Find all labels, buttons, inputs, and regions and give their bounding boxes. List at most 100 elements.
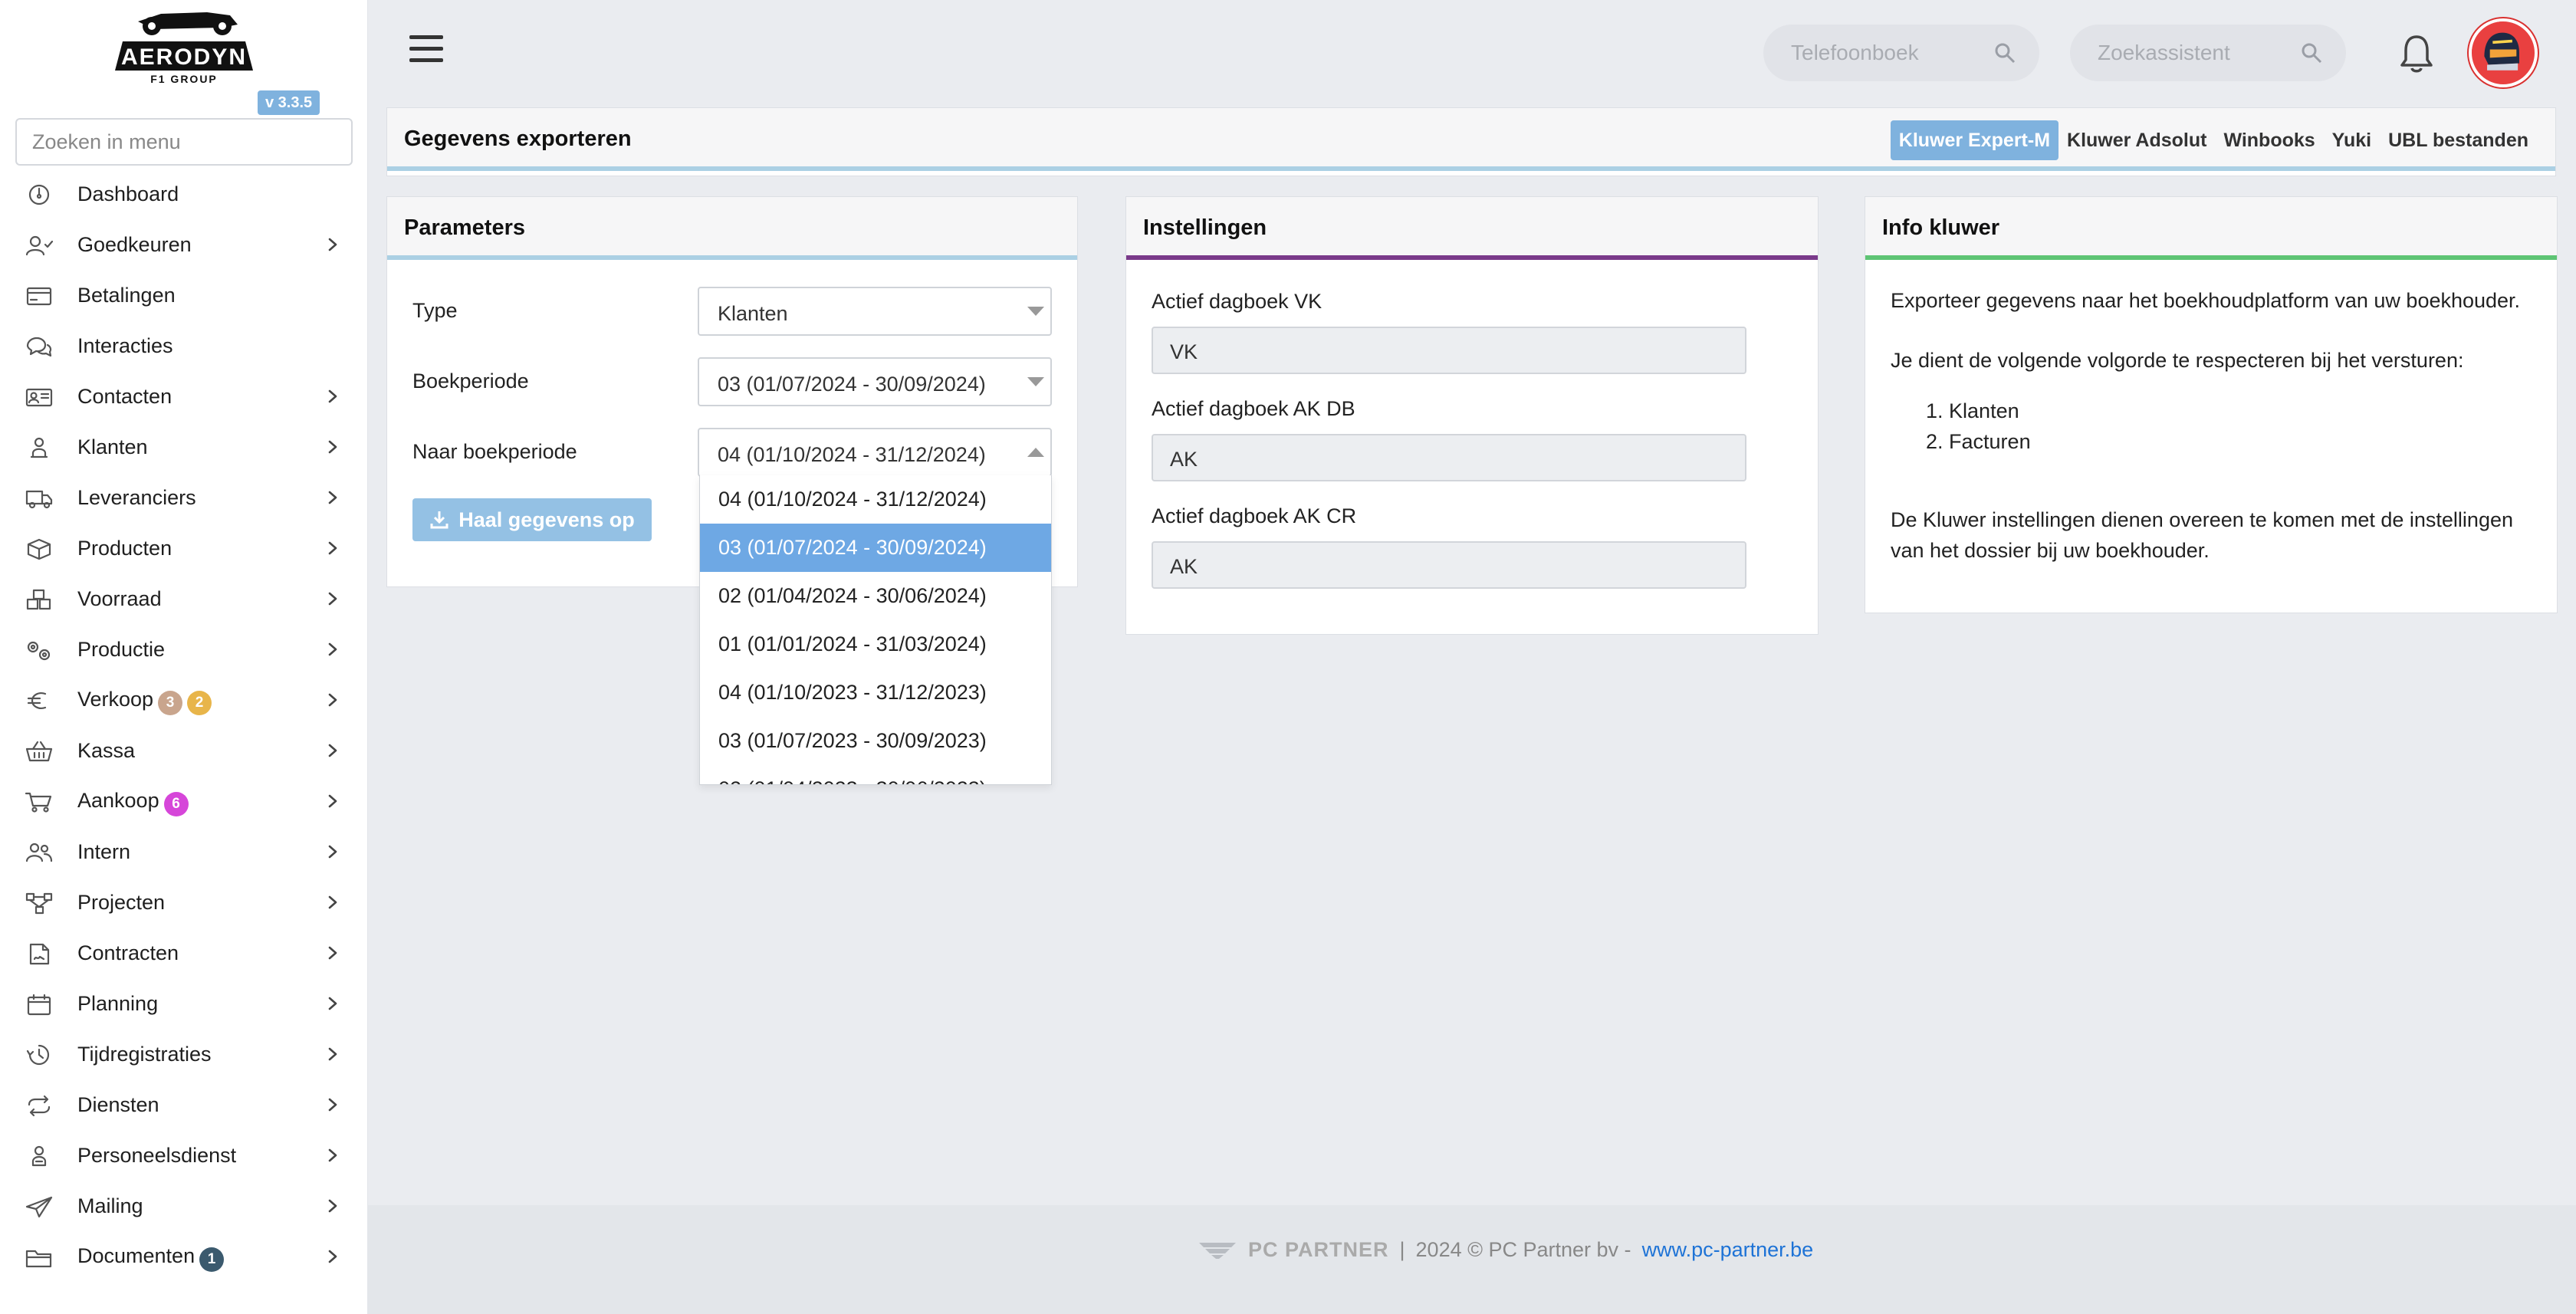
sidebar-item-mailing[interactable]: Mailing <box>0 1181 368 1231</box>
sidebar-item-interacties[interactable]: Interacties <box>0 320 368 371</box>
sidebar-item-productie[interactable]: Productie <box>0 624 368 675</box>
sidebar-item-label: Producten <box>77 536 172 560</box>
sidebar-item-label: Contracten <box>77 941 179 964</box>
akcr-field: AK <box>1152 541 1746 589</box>
sidebar-item-personeelsdienst[interactable]: Personeelsdienst <box>0 1130 368 1181</box>
page-header-card: Gegevens exporteren Kluwer Expert-M Kluwe… <box>386 107 2556 176</box>
parameters-title: Parameters <box>404 215 525 240</box>
footer-logo-text: PC PARTNER <box>1248 1237 1389 1261</box>
chevron-right-icon <box>325 944 340 961</box>
sidebar-item-dashboard[interactable]: Dashboard <box>0 169 368 219</box>
tab-kluwer-adsolut[interactable]: Kluwer Adsolut <box>2058 120 2215 160</box>
dropdown-option[interactable]: 04 (01/10/2023 - 31/12/2023) <box>700 668 1051 717</box>
sidebar-item-aankoop[interactable]: Aankoop 6 <box>0 776 368 826</box>
sidebar-item-documenten[interactable]: Documenten 1 <box>0 1231 368 1282</box>
dropdown-option[interactable]: 02 (01/04/2024 - 30/06/2024) <box>700 572 1051 620</box>
period-select[interactable]: 03 (01/07/2024 - 30/09/2024) <box>698 357 1052 406</box>
assistant-input[interactable] <box>2098 38 2266 67</box>
vk-field: VK <box>1152 327 1746 374</box>
sidebar-item-label-group: Documenten 1 <box>77 1244 225 1272</box>
info-intro: Exporteer gegevens naar het boekhoudplat… <box>1891 289 2521 312</box>
sidebar-item-goedkeuren[interactable]: Goedkeuren <box>0 219 368 270</box>
phonebook-search[interactable] <box>1763 25 2039 81</box>
fetch-data-button[interactable]: Haal gegevens op <box>412 498 652 541</box>
sidebar-item-label: Betalingen <box>77 283 176 307</box>
sidebar-item-voorraad[interactable]: Voorraad <box>0 573 368 624</box>
sidebar-item-contacten[interactable]: Contacten <box>0 371 368 422</box>
boxes-icon <box>25 588 54 611</box>
sidebar-item-kassa[interactable]: Kassa <box>0 725 368 776</box>
sidebar-item-producten[interactable]: Producten <box>0 523 368 573</box>
sidebar-item-verkoop[interactable]: Verkoop 3 2 <box>0 675 368 725</box>
type-select[interactable]: Klanten <box>698 287 1052 336</box>
to-period-label: Naar boekperiode <box>412 440 577 463</box>
to-period-select[interactable]: 04 (01/10/2024 - 31/12/2024) <box>698 428 1052 477</box>
sidebar-item-label: Documenten <box>77 1244 196 1267</box>
sidebar-item-label: Voorraad <box>77 586 162 610</box>
chevron-right-icon <box>325 439 340 455</box>
box-icon <box>25 537 54 560</box>
euro-icon <box>25 689 54 712</box>
sidebar-item-klanten[interactable]: Klanten <box>0 422 368 472</box>
count-badge: 1 <box>199 1247 225 1272</box>
repeat-icon <box>25 1094 54 1117</box>
footer-separator: | <box>1399 1237 1405 1261</box>
user-avatar[interactable] <box>2469 18 2538 87</box>
sidebar-item-label: Contacten <box>77 384 172 408</box>
hamburger-menu-button[interactable] <box>409 35 443 67</box>
sidebar-item-label: Verkoop <box>77 688 154 711</box>
dropdown-option[interactable]: 01 (01/01/2024 - 31/03/2024) <box>700 620 1051 668</box>
assistant-search[interactable] <box>2070 25 2346 81</box>
sidebar-item-contracten[interactable]: Contracten <box>0 928 368 978</box>
contract-icon <box>25 942 54 965</box>
chevron-right-icon <box>325 843 340 860</box>
sidebar-item-label: Tijdregistraties <box>77 1042 212 1066</box>
akdb-label: Actief dagboek AK DB <box>1152 397 1355 420</box>
phonebook-input[interactable] <box>1791 38 1960 67</box>
info-order-text: Je dient de volgende volgorde te respect… <box>1891 349 2464 372</box>
bell-icon[interactable] <box>2400 34 2433 74</box>
dropdown-option[interactable]: 04 (01/10/2024 - 31/12/2024) <box>700 475 1051 524</box>
vk-label: Actief dagboek VK <box>1152 290 1322 313</box>
sidebar-item-planning[interactable]: Planning <box>0 978 368 1029</box>
sidebar-item-diensten[interactable]: Diensten <box>0 1079 368 1130</box>
dropdown-option[interactable]: 02 (01/04/2023 - 30/06/2023) <box>700 765 1051 784</box>
tab-kluwer-expert-m[interactable]: Kluwer Expert-M <box>1890 120 2059 160</box>
gauge-icon <box>25 183 54 206</box>
chat-icon <box>25 335 54 358</box>
tab-winbooks[interactable]: Winbooks <box>2215 120 2323 160</box>
sidebar-item-label: Personeelsdienst <box>77 1143 237 1167</box>
download-icon <box>430 511 449 529</box>
sidebar-item-betalingen[interactable]: Betalingen <box>0 270 368 320</box>
dropdown-option[interactable]: 03 (01/07/2023 - 30/09/2023) <box>700 717 1051 765</box>
paper-plane-icon <box>25 1195 54 1218</box>
chevron-right-icon <box>325 1147 340 1164</box>
info-title: Info kluwer <box>1882 215 2000 240</box>
search-icon[interactable] <box>2300 41 2323 64</box>
chevron-right-icon <box>325 1046 340 1063</box>
menu-search-input[interactable] <box>15 118 353 166</box>
export-tabs: Kluwer Expert-M Kluwer Adsolut Winbooks Yuk… <box>1890 120 2537 160</box>
sidebar-item-label: Diensten <box>77 1092 159 1116</box>
sidebar-item-intern[interactable]: Intern <box>0 826 368 877</box>
aerodyn-logo[interactable]: AERODYN F1 GROUP <box>107 5 261 86</box>
page-title: Gegevens exporteren <box>404 126 632 151</box>
settings-title: Instellingen <box>1143 215 1267 240</box>
dropdown-option[interactable]: 03 (01/07/2024 - 30/09/2024) <box>700 524 1051 572</box>
chevron-right-icon <box>325 489 340 506</box>
search-icon[interactable] <box>1993 41 2016 64</box>
info-step: 1. Klanten <box>1926 399 2019 422</box>
sidebar-item-tijdregistraties[interactable]: Tijdregistraties <box>0 1029 368 1079</box>
info-steps: 1. Klanten 2. Facturen <box>1926 396 2386 457</box>
footer-website-link[interactable]: www.pc-partner.be <box>1642 1238 1814 1262</box>
gears-icon <box>25 639 54 662</box>
sidebar-item-label: Goedkeuren <box>77 232 192 256</box>
tab-ubl-bestanden[interactable]: UBL bestanden <box>2380 120 2537 160</box>
footer-copyright: 2024 © PC Partner bv - <box>1415 1237 1631 1261</box>
chevron-up-icon <box>1027 448 1044 457</box>
sidebar-item-leveranciers[interactable]: Leveranciers <box>0 472 368 523</box>
users-icon <box>25 841 54 864</box>
sidebar-item-projecten[interactable]: Projecten <box>0 877 368 928</box>
tab-yuki[interactable]: Yuki <box>2324 120 2380 160</box>
pc-partner-logo-icon <box>1199 1243 1236 1259</box>
